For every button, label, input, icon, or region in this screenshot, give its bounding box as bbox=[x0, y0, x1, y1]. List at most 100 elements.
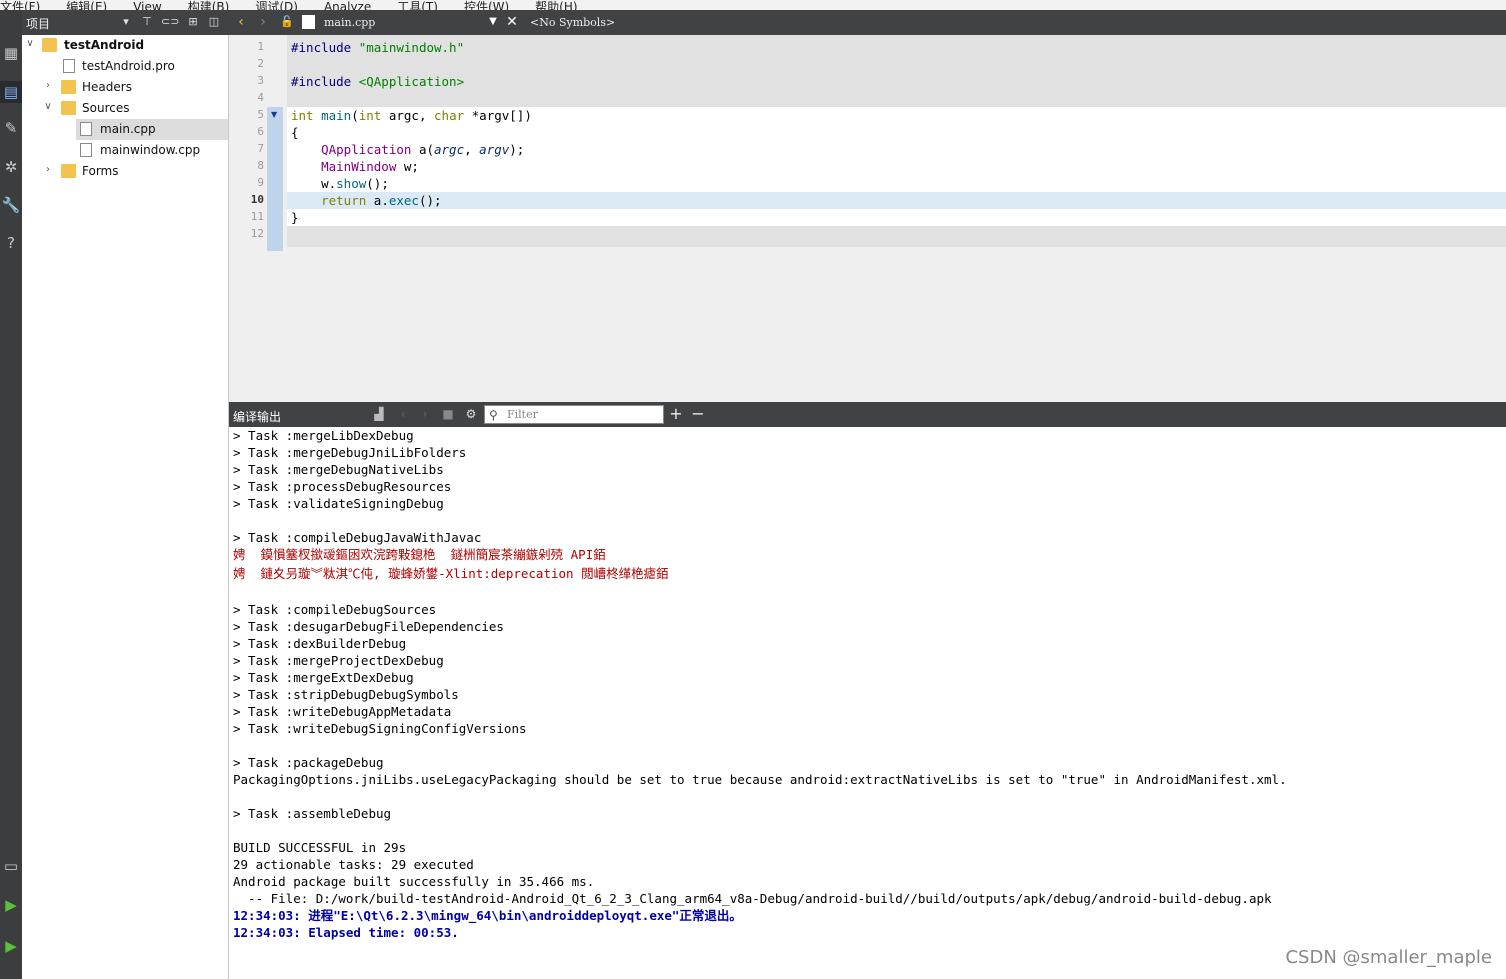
debug-mode-icon[interactable]: ✲ bbox=[0, 156, 22, 178]
tree-item-label: testAndroid bbox=[64, 38, 145, 52]
next-icon[interactable]: › bbox=[417, 406, 433, 422]
projects-mode-icon[interactable]: 🔧 bbox=[0, 194, 22, 216]
design-mode-icon[interactable]: ✎ bbox=[0, 117, 22, 139]
chevron-right-icon[interactable]: › bbox=[42, 80, 54, 91]
code-token: *argv[]) bbox=[471, 108, 532, 123]
welcome-mode-icon[interactable]: ▦ bbox=[0, 42, 22, 64]
menu-item[interactable]: Analyze bbox=[324, 1, 371, 10]
back-icon[interactable]: ‹ bbox=[233, 14, 249, 30]
output-line: > Task :writeDebugSigningConfigVersions bbox=[233, 721, 527, 736]
line-number: 11 bbox=[250, 210, 264, 223]
output-line: > Task :compileDebugJavaWithJavac bbox=[233, 530, 482, 545]
compile-output[interactable]: > Task :mergeLibDexDebug > Task :mergeDeb… bbox=[229, 427, 1506, 979]
link-icon[interactable]: ⊂⊃ bbox=[161, 14, 179, 30]
output-panel-header: 编译输出 ▟ ‹ › ■ ⚙ ⚲ Filter + − bbox=[229, 402, 1506, 427]
close-file-icon[interactable]: ✕ bbox=[504, 14, 520, 30]
code-area[interactable]: #include "mainwindow.h" #include <QApplic… bbox=[287, 35, 1506, 247]
output-line: 29 actionable tasks: 29 executed bbox=[233, 857, 474, 872]
tree-item-headers[interactable]: › Headers bbox=[22, 77, 228, 98]
open-file-name[interactable]: main.cpp bbox=[324, 16, 375, 29]
forward-icon[interactable]: › bbox=[255, 14, 271, 30]
cpp-file-icon bbox=[302, 15, 315, 29]
close-panel-icon[interactable]: ◫ bbox=[206, 14, 222, 30]
output-line: > Task :mergeDebugJniLibFolders bbox=[233, 445, 467, 460]
edit-mode-icon[interactable]: ▤ bbox=[0, 81, 22, 103]
prev-icon[interactable]: ‹ bbox=[395, 406, 411, 422]
tree-item-forms[interactable]: › Forms bbox=[22, 161, 228, 182]
code-token: int bbox=[358, 108, 389, 123]
symbols-dropdown[interactable]: <No Symbols> bbox=[530, 16, 615, 29]
code-token: a. bbox=[373, 193, 389, 208]
tree-item-main-cpp[interactable]: main.cpp bbox=[76, 119, 228, 140]
chevron-right-icon[interactable]: › bbox=[42, 164, 54, 175]
split-icon[interactable]: ⊞ bbox=[185, 14, 201, 30]
code-line: QApplication a(argc, argv); bbox=[291, 141, 524, 158]
code-token: <QApplication> bbox=[358, 74, 465, 89]
view-select-chevron-down-icon[interactable]: ▾ bbox=[118, 14, 134, 30]
code-token: main bbox=[321, 108, 352, 123]
project-panel-title[interactable]: 项目 bbox=[26, 15, 50, 32]
output-line: 娉 鏈夊叧璇︾粏淇℃伅, 璇蜂娇鐢-Xlint:deprecation 閲嶆柊缂… bbox=[233, 566, 669, 581]
code-token: , bbox=[464, 142, 480, 157]
zoom-out-minus-icon[interactable]: − bbox=[690, 406, 706, 422]
help-mode-icon[interactable]: ? bbox=[0, 232, 22, 254]
debug-run-icon[interactable]: ▶ bbox=[0, 935, 22, 957]
chevron-down-icon[interactable]: ∨ bbox=[42, 101, 54, 112]
code-token: #include bbox=[291, 40, 359, 55]
code-token: char bbox=[434, 108, 472, 123]
menu-item[interactable]: 工具(T) bbox=[397, 1, 438, 10]
menu-item[interactable]: View bbox=[133, 1, 161, 10]
file-list-chevron-down-icon[interactable]: ▼ bbox=[485, 14, 501, 30]
line-number: 2 bbox=[257, 57, 264, 70]
output-panel-title[interactable]: 编译输出 bbox=[233, 408, 281, 425]
tree-item-label: Headers bbox=[82, 80, 132, 94]
tree-item-sources[interactable]: ∨ Sources bbox=[22, 98, 228, 119]
output-line: > Task :assembleDebug bbox=[233, 806, 392, 821]
code-line: int main(int argc, char *argv[]) bbox=[291, 107, 532, 124]
code-line: } bbox=[291, 209, 299, 226]
forms-folder-icon bbox=[61, 164, 76, 178]
code-token: QApplication bbox=[291, 142, 419, 157]
zoom-in-plus-icon[interactable]: + bbox=[668, 406, 684, 422]
run-icon[interactable]: ▶ bbox=[0, 894, 22, 916]
clear-output-icon[interactable]: ▟ bbox=[371, 406, 387, 422]
filter-input[interactable]: ⚲ Filter bbox=[484, 405, 664, 424]
code-token: return bbox=[291, 193, 374, 208]
menu-item[interactable]: 帮助(H) bbox=[535, 1, 577, 10]
output-line: Android package built successfully in 35… bbox=[233, 874, 595, 889]
code-token: "mainwindow.h" bbox=[358, 40, 465, 55]
output-line: > Task :processDebugResources bbox=[233, 479, 452, 494]
filter-icon[interactable]: ⊤ bbox=[139, 14, 155, 30]
chevron-down-icon[interactable]: ∨ bbox=[24, 38, 36, 49]
code-line: w.show(); bbox=[291, 175, 389, 192]
line-number-gutter: 1 2 3 4 5 6 7 8 9 10 11 12 ▼ bbox=[229, 35, 287, 402]
code-line: MainWindow w; bbox=[291, 158, 419, 175]
tree-item-mainwindow-cpp[interactable]: mainwindow.cpp bbox=[22, 140, 228, 161]
settings-gear-icon[interactable]: ⚙ bbox=[463, 406, 479, 422]
code-line: #include <QApplication> bbox=[291, 73, 464, 90]
fold-arrow-icon[interactable]: ▼ bbox=[271, 110, 277, 119]
output-line: > Task :mergeProjectDexDebug bbox=[233, 653, 444, 668]
line-number: 9 bbox=[257, 176, 264, 189]
inactive-region bbox=[287, 35, 1506, 107]
code-token: (); bbox=[366, 176, 389, 191]
code-line: { bbox=[291, 124, 299, 141]
menu-item[interactable]: 编辑(E) bbox=[66, 1, 107, 10]
code-token: argc bbox=[434, 142, 465, 157]
editor-toolbar: ‹ › 🔓 main.cpp ▼ ✕ <No Symbols> bbox=[229, 10, 1506, 35]
output-line: > Task :compileDebugSources bbox=[233, 602, 437, 617]
code-token: w. bbox=[291, 176, 337, 191]
output-line: -- File: D:/work/build-testAndroid-Andro… bbox=[233, 891, 1272, 906]
code-token: } bbox=[291, 210, 299, 225]
kit-selector-icon[interactable]: ▭ bbox=[0, 855, 22, 877]
menu-item[interactable]: 文件(F) bbox=[0, 1, 40, 10]
stop-icon[interactable]: ■ bbox=[440, 406, 456, 422]
tree-item-pro-file[interactable]: testAndroid.pro bbox=[22, 56, 228, 77]
menu-item[interactable]: 构建(B) bbox=[188, 1, 230, 10]
tree-item-project[interactable]: ∨ testAndroid bbox=[22, 35, 228, 56]
menu-item[interactable]: 调试(D) bbox=[255, 1, 298, 10]
output-line: > Task :mergeLibDexDebug bbox=[233, 428, 414, 443]
line-number: 7 bbox=[257, 142, 264, 155]
code-editor[interactable]: 1 2 3 4 5 6 7 8 9 10 11 12 ▼ #include "m… bbox=[229, 35, 1506, 402]
menu-item[interactable]: 控件(W) bbox=[464, 1, 509, 10]
